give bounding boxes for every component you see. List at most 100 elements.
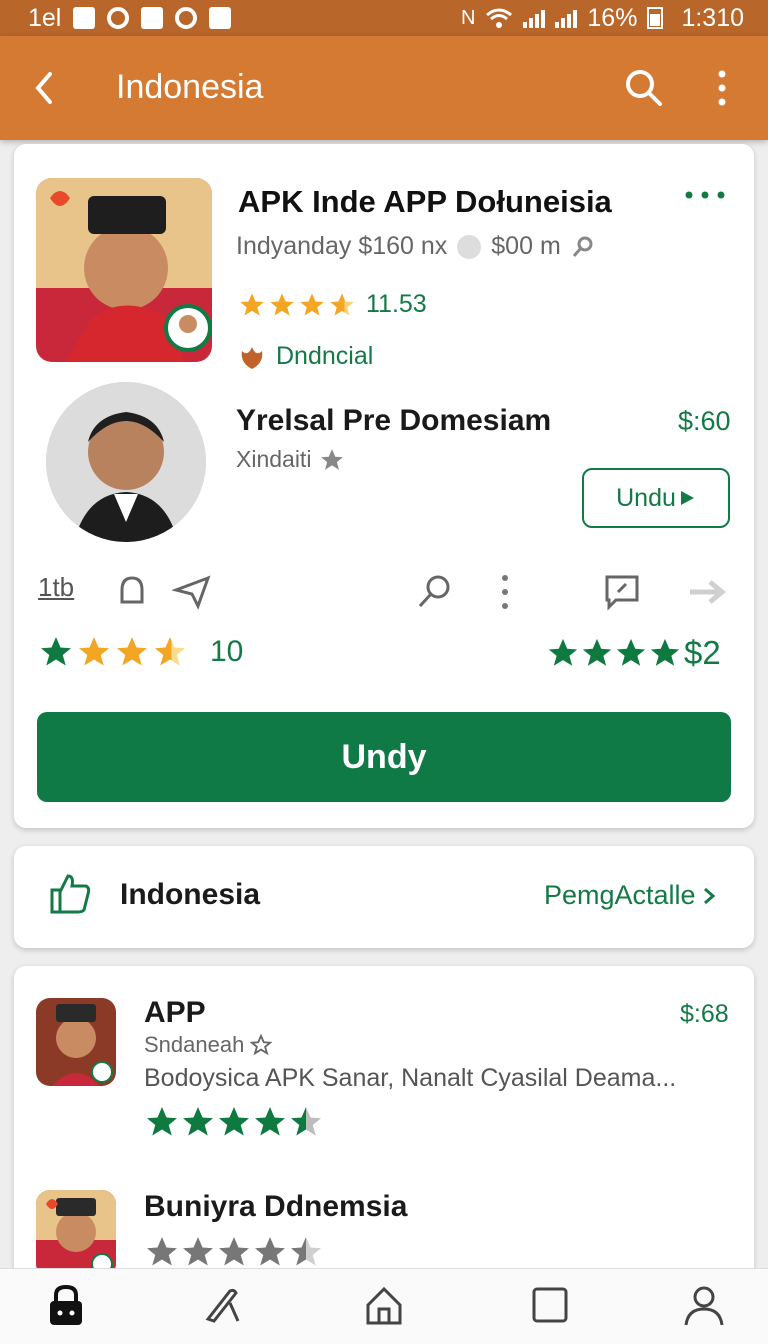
star-icon xyxy=(270,292,294,315)
star-icon xyxy=(183,1107,213,1136)
meta-1: Indyanday $160 nx xyxy=(236,232,448,260)
star-icon xyxy=(117,637,147,666)
signal-icon xyxy=(523,8,546,28)
bottom-nav xyxy=(0,1268,768,1344)
status-left-text: 1el xyxy=(28,3,62,32)
list-item-stars xyxy=(144,1234,324,1270)
user-rating: 10 xyxy=(38,634,243,670)
category-icon xyxy=(241,346,263,369)
comment-icon[interactable] xyxy=(602,572,642,612)
play-icon xyxy=(680,491,694,505)
install-button[interactable]: Undu xyxy=(582,468,730,528)
star-icon xyxy=(219,1107,249,1136)
list-item-title: APP xyxy=(144,996,206,1029)
list-item-title: Buniyra Ddnemsia xyxy=(144,1190,408,1223)
key-icon[interactable] xyxy=(414,572,454,612)
more-vert-icon[interactable] xyxy=(704,66,740,110)
see-all-link[interactable]: PemgActalle xyxy=(544,880,716,911)
star-icon xyxy=(582,638,612,666)
back-arrow-icon[interactable] xyxy=(26,66,66,110)
clock: 1:310 xyxy=(681,3,744,32)
bell-icon[interactable] xyxy=(114,572,150,610)
price-rating: $2 xyxy=(546,634,721,672)
chevron-right-icon xyxy=(703,887,715,904)
secondary-subtitle-text: Xindaiti xyxy=(236,446,312,472)
secondary-subtitle: Xindaiti xyxy=(236,446,345,473)
section-label: Indonesia xyxy=(120,878,261,911)
app-title: APK Inde APP Dołuneisia xyxy=(238,184,612,219)
star-half-icon xyxy=(291,1107,321,1136)
list-item-description: Bodoysica APK Sanar, Nanalt Cyasilal Dea… xyxy=(144,1064,677,1092)
star-icon xyxy=(255,1237,285,1266)
star-outline-icon xyxy=(250,1034,273,1056)
secondary-title: Yrelsal Pre Domesiam xyxy=(236,404,552,437)
app-meta: Indyanday $160 nx $00 m xyxy=(236,232,595,261)
star-icon xyxy=(240,292,264,315)
more-vert-icon[interactable] xyxy=(496,572,514,612)
wifi-icon xyxy=(486,8,513,28)
star-icon xyxy=(616,638,646,666)
signal-2-icon xyxy=(555,8,578,28)
app-icon[interactable] xyxy=(36,178,212,362)
battery-icon xyxy=(647,7,664,29)
app-notification-icon xyxy=(209,7,232,29)
star-icon xyxy=(147,1107,177,1136)
notification-icon xyxy=(141,7,164,29)
install-label: Undu xyxy=(616,483,676,512)
star-icon xyxy=(79,637,109,666)
rating-stars xyxy=(238,291,356,319)
primary-download-button[interactable]: Undy xyxy=(37,712,731,802)
list-item-price: $:68 xyxy=(680,1000,729,1028)
page-title: Indonesia xyxy=(116,68,264,106)
search-icon[interactable] xyxy=(622,66,666,110)
list-item-subtitle-text: Sndaneah xyxy=(144,1032,245,1057)
star-half-icon xyxy=(330,292,354,315)
list-item-subtitle: Sndaneah xyxy=(144,1032,273,1058)
star-icon xyxy=(41,637,71,666)
developer-avatar[interactable] xyxy=(46,382,206,542)
star-icon xyxy=(183,1237,213,1266)
send-icon[interactable] xyxy=(172,572,212,610)
star-icon xyxy=(219,1237,249,1266)
list-app-icon xyxy=(36,1190,116,1278)
app-rating: 11.53 xyxy=(238,290,427,319)
featured-app-card: APK Inde APP Dołuneisia Indyanday $160 n… xyxy=(14,144,754,828)
list-app-icon xyxy=(36,998,116,1086)
category-label: Dndncial xyxy=(276,342,374,370)
status-bar: 1el N 16% 1:310 xyxy=(0,0,768,36)
home-icon[interactable] xyxy=(362,1283,406,1327)
nfc-icon: N xyxy=(460,6,476,29)
minus-icon xyxy=(175,7,198,29)
section-card[interactable]: Indonesia PemgActalle xyxy=(14,846,754,948)
app-list-card: APP $:68 Sndaneah Bodoysica APK Sanar, N… xyxy=(14,966,754,1286)
secondary-price: $:60 xyxy=(678,406,731,436)
lock-icon[interactable] xyxy=(44,1283,88,1327)
thumbs-up-icon xyxy=(50,874,91,914)
profile-icon[interactable] xyxy=(682,1283,726,1327)
edit-icon[interactable] xyxy=(200,1283,244,1327)
star-icon xyxy=(548,638,578,666)
star-icon xyxy=(255,1107,285,1136)
star-half-icon xyxy=(291,1237,321,1266)
star-icon xyxy=(300,292,324,315)
star-icon xyxy=(147,1237,177,1266)
list-item[interactable]: APP $:68 Sndaneah Bodoysica APK Sanar, N… xyxy=(14,966,754,1136)
see-all-label: PemgActalle xyxy=(544,880,696,910)
share-arrow-icon[interactable] xyxy=(686,572,730,612)
star-outline-icon xyxy=(321,448,344,470)
app-category[interactable]: Dndncial xyxy=(236,342,373,371)
circle-icon xyxy=(107,7,130,29)
rating-stars xyxy=(546,636,682,670)
app-bar: Indonesia xyxy=(0,36,768,140)
download-count[interactable]: 1tb xyxy=(38,572,74,603)
meta-2: $00 m xyxy=(491,232,561,260)
battery-percent: 16% xyxy=(587,3,638,32)
clock-icon xyxy=(457,234,482,259)
more-horiz-icon[interactable] xyxy=(682,188,728,202)
rating-value: 11.53 xyxy=(366,290,427,318)
price-right: $2 xyxy=(684,634,721,671)
square-icon[interactable] xyxy=(528,1283,572,1327)
rating-stars xyxy=(38,634,188,670)
list-item-stars xyxy=(144,1104,324,1140)
review-count: 10 xyxy=(210,635,244,668)
